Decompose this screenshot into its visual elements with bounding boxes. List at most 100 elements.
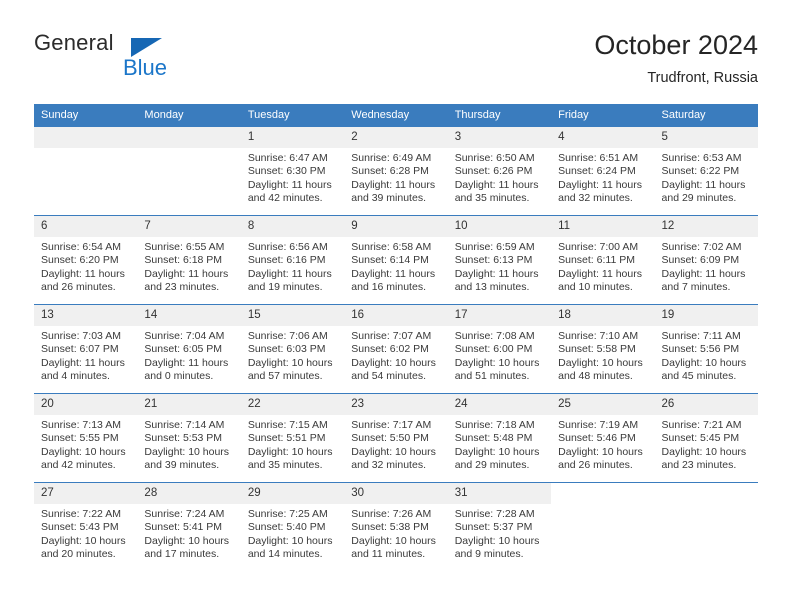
- calendar-day-cell[interactable]: 9 Sunrise: 6:58 AM Sunset: 6:14 PM Daylight…: [344, 215, 448, 305]
- sunrise-text: Sunrise: 6:47 AM: [247, 152, 328, 164]
- daylight-text-line2: and 19 minutes.: [247, 281, 323, 294]
- calendar-day-cell[interactable]: 15 Sunrise: 7:06 AM Sunset: 6:03 PM Dayligh…: [240, 304, 345, 394]
- day-sun-info: Sunrise: 7:17 AM Sunset: 5:50 PM Daylight:…: [344, 415, 447, 473]
- sunset-text: Sunset: 6:28 PM: [351, 165, 429, 178]
- daylight-text-line1: Daylight: 10 hours: [454, 445, 540, 458]
- daylight-text-line2: and 39 minutes.: [351, 192, 426, 205]
- daylight-text-line1: Daylight: 10 hours: [454, 356, 540, 369]
- sunrise-text: Sunrise: 7:04 AM: [144, 330, 225, 342]
- sunset-text: Sunset: 5:38 PM: [351, 521, 429, 534]
- calendar-day-cell[interactable]: 12 Sunrise: 7:02 AM Sunset: 6:09 PM Dayligh…: [654, 215, 758, 305]
- daylight-text-line1: Daylight: 11 hours: [41, 267, 125, 280]
- calendar-day-cell[interactable]: 30 Sunrise: 7:26 AM Sunset: 5:38 PM Dayligh…: [344, 482, 448, 571]
- calendar-day-cell[interactable]: 31 Sunrise: 7:28 AM Sunset: 5:37 PM Dayligh…: [447, 482, 552, 571]
- day-number: [655, 483, 758, 504]
- calendar-day-cell[interactable]: 23 Sunrise: 7:17 AM Sunset: 5:50 PM Dayligh…: [344, 393, 448, 483]
- sunrise-text: Sunrise: 7:21 AM: [661, 419, 742, 431]
- day-number: 22: [240, 394, 345, 415]
- sunset-text: Sunset: 6:18 PM: [144, 254, 223, 267]
- calendar-day-cell[interactable]: 8 Sunrise: 6:56 AM Sunset: 6:16 PM Daylight…: [240, 215, 345, 305]
- sunset-text: Sunset: 6:11 PM: [558, 254, 635, 267]
- calendar-day-cell[interactable]: 14 Sunrise: 7:04 AM Sunset: 6:05 PM Dayligh…: [137, 304, 241, 394]
- calendar-day-cell[interactable]: 22 Sunrise: 7:15 AM Sunset: 5:51 PM Dayligh…: [240, 393, 345, 483]
- day-sun-info: Sunrise: 7:26 AM Sunset: 5:38 PM Daylight:…: [344, 504, 447, 562]
- day-number: 31: [447, 483, 552, 504]
- day-number: 28: [137, 483, 241, 504]
- daylight-text-line1: Daylight: 10 hours: [247, 356, 333, 369]
- calendar-day-cell[interactable]: 18 Sunrise: 7:10 AM Sunset: 5:58 PM Dayligh…: [551, 304, 655, 394]
- daylight-text-line1: Daylight: 10 hours: [351, 356, 436, 369]
- day-sun-info: Sunrise: 7:22 AM Sunset: 5:43 PM Daylight:…: [34, 504, 137, 562]
- daylight-text-line2: and 17 minutes.: [144, 548, 220, 561]
- sunset-text: Sunset: 6:14 PM: [351, 254, 429, 267]
- daylight-text-line1: Daylight: 10 hours: [661, 356, 747, 369]
- day-number: [551, 483, 654, 504]
- sunset-text: Sunset: 5:37 PM: [454, 521, 533, 534]
- calendar-day-cell[interactable]: 17 Sunrise: 7:08 AM Sunset: 6:00 PM Dayligh…: [447, 304, 552, 394]
- day-sun-info: Sunrise: 7:15 AM Sunset: 5:51 PM Daylight:…: [241, 415, 344, 473]
- daylight-text-line1: Daylight: 11 hours: [558, 178, 642, 191]
- daylight-text-line1: Daylight: 11 hours: [247, 178, 332, 191]
- calendar-day-cell[interactable]: 13 Sunrise: 7:03 AM Sunset: 6:07 PM Dayligh…: [34, 304, 138, 394]
- day-sun-info: Sunrise: 7:14 AM Sunset: 5:53 PM Daylight:…: [137, 415, 240, 473]
- calendar-day-cell[interactable]: 6 Sunrise: 6:54 AM Sunset: 6:20 PM Daylight…: [34, 215, 138, 305]
- calendar-day-cell[interactable]: 29 Sunrise: 7:25 AM Sunset: 5:40 PM Dayligh…: [240, 482, 345, 571]
- daylight-text-line2: and 13 minutes.: [454, 281, 530, 294]
- sunrise-text: Sunrise: 7:10 AM: [558, 330, 639, 342]
- calendar-day-cell[interactable]: 19 Sunrise: 7:11 AM Sunset: 5:56 PM Dayligh…: [654, 304, 758, 394]
- daylight-text-line2: and 9 minutes.: [454, 548, 524, 561]
- day-number: 2: [344, 127, 448, 148]
- calendar-day-cell[interactable]: 2 Sunrise: 6:49 AM Sunset: 6:28 PM Daylight…: [344, 127, 448, 216]
- day-number: 15: [240, 305, 345, 326]
- day-sun-info: Sunrise: 7:03 AM Sunset: 6:07 PM Daylight:…: [34, 326, 137, 384]
- daylight-text-line2: and 14 minutes.: [247, 548, 323, 561]
- calendar-day-cell[interactable]: 1 Sunrise: 6:47 AM Sunset: 6:30 PM Daylight…: [240, 127, 345, 216]
- sunrise-text: Sunrise: 7:11 AM: [661, 330, 741, 342]
- day-sun-info: Sunrise: 6:58 AM Sunset: 6:14 PM Daylight:…: [344, 237, 447, 295]
- calendar-day-cell[interactable]: 26 Sunrise: 7:21 AM Sunset: 5:45 PM Dayligh…: [654, 393, 758, 483]
- page-title: October 2024: [594, 30, 758, 60]
- day-number: 16: [344, 305, 448, 326]
- day-sun-info: Sunrise: 6:50 AM Sunset: 6:26 PM Daylight:…: [448, 148, 551, 206]
- sunrise-text: Sunrise: 7:08 AM: [454, 330, 535, 342]
- daylight-text-line1: Daylight: 11 hours: [351, 267, 436, 280]
- day-number: 24: [447, 394, 552, 415]
- calendar-day-cell[interactable]: 24 Sunrise: 7:18 AM Sunset: 5:48 PM Dayligh…: [447, 393, 552, 483]
- calendar-day-cell[interactable]: 11 Sunrise: 7:00 AM Sunset: 6:11 PM Dayligh…: [551, 215, 655, 305]
- calendar-day-cell[interactable]: 25 Sunrise: 7:19 AM Sunset: 5:46 PM Dayligh…: [551, 393, 655, 483]
- sunrise-text: Sunrise: 7:15 AM: [247, 419, 328, 431]
- sunset-text: Sunset: 5:45 PM: [661, 432, 740, 445]
- day-number: 9: [344, 216, 448, 237]
- sunset-text: Sunset: 5:56 PM: [661, 343, 740, 356]
- daylight-text-line2: and 26 minutes.: [558, 459, 633, 472]
- sunset-text: Sunset: 5:40 PM: [247, 521, 326, 534]
- sunset-text: Sunset: 5:55 PM: [41, 432, 119, 445]
- day-sun-info: Sunrise: 7:06 AM Sunset: 6:03 PM Daylight:…: [241, 326, 344, 384]
- day-sun-info: Sunrise: 7:02 AM Sunset: 6:09 PM Daylight:…: [655, 237, 758, 295]
- calendar-day-cell[interactable]: 4 Sunrise: 6:51 AM Sunset: 6:24 PM Daylight…: [551, 127, 655, 216]
- calendar-day-cell[interactable]: 7 Sunrise: 6:55 AM Sunset: 6:18 PM Daylight…: [137, 215, 241, 305]
- daylight-text-line1: Daylight: 11 hours: [41, 356, 125, 369]
- weekday-header-wednesday: Wednesday: [344, 104, 448, 127]
- general-blue-logo[interactable]: General Blue: [34, 28, 254, 90]
- calendar-day-cell[interactable]: 5 Sunrise: 6:53 AM Sunset: 6:22 PM Daylight…: [654, 127, 758, 216]
- sunrise-text: Sunrise: 7:26 AM: [351, 508, 432, 520]
- calendar-day-cell[interactable]: 20 Sunrise: 7:13 AM Sunset: 5:55 PM Dayligh…: [34, 393, 138, 483]
- day-number: [137, 127, 241, 148]
- weekday-header-tuesday: Tuesday: [240, 104, 345, 127]
- calendar-day-cell[interactable]: 28 Sunrise: 7:24 AM Sunset: 5:41 PM Dayligh…: [137, 482, 241, 571]
- sunset-text: Sunset: 6:00 PM: [454, 343, 533, 356]
- daylight-text-line1: Daylight: 10 hours: [41, 534, 126, 547]
- daylight-text-line1: Daylight: 10 hours: [247, 534, 333, 547]
- sunrise-text: Sunrise: 6:49 AM: [351, 152, 432, 164]
- daylight-text-line1: Daylight: 10 hours: [351, 534, 436, 547]
- day-number: 27: [34, 483, 138, 504]
- calendar-day-cell[interactable]: 21 Sunrise: 7:14 AM Sunset: 5:53 PM Dayligh…: [137, 393, 241, 483]
- sunrise-text: Sunrise: 7:07 AM: [351, 330, 432, 342]
- calendar-day-cell[interactable]: 27 Sunrise: 7:22 AM Sunset: 5:43 PM Dayligh…: [34, 482, 138, 571]
- sunset-text: Sunset: 6:03 PM: [247, 343, 326, 356]
- calendar-day-cell[interactable]: 10 Sunrise: 6:59 AM Sunset: 6:13 PM Dayligh…: [447, 215, 552, 305]
- calendar-day-cell[interactable]: 16 Sunrise: 7:07 AM Sunset: 6:02 PM Dayligh…: [344, 304, 448, 394]
- calendar-day-cell[interactable]: 3 Sunrise: 6:50 AM Sunset: 6:26 PM Daylight…: [447, 127, 552, 216]
- sunset-text: Sunset: 6:05 PM: [144, 343, 223, 356]
